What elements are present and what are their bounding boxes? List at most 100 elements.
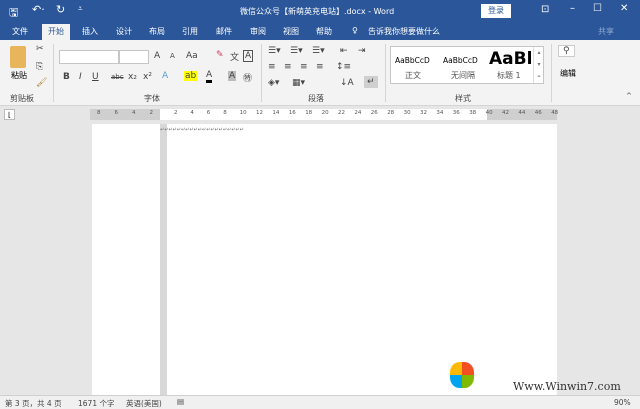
ruler-tick-label: 32 [420, 110, 427, 116]
ruler-tick-label: 22 [338, 110, 345, 116]
grow-font-button[interactable]: A [154, 51, 160, 61]
clear-format-icon[interactable]: ✎ [216, 50, 224, 60]
clipboard-group-label: 剪贴板 [10, 94, 34, 103]
ruler-tick-label: 12 [256, 110, 263, 116]
borders-icon[interactable]: ▦▾ [292, 78, 305, 88]
align-right-icon[interactable]: ≡ [300, 62, 308, 72]
watermark-logo: Www.Winwin7.com [445, 362, 640, 395]
tab-layout[interactable]: 布局 [149, 26, 165, 37]
ruler-tick-label: 4 [190, 110, 194, 116]
style-preview[interactable]: AaBl [489, 49, 532, 69]
shrink-font-button[interactable]: A [170, 52, 175, 60]
share-button[interactable]: 共享 [598, 26, 614, 37]
change-case-button[interactable]: Aa [186, 51, 198, 61]
editing-button[interactable]: 编辑 [560, 68, 576, 79]
show-marks-icon[interactable]: ↵ [364, 76, 378, 88]
decrease-indent-icon[interactable]: ⇤ [340, 46, 348, 56]
ruler-tick-label: 48 [551, 110, 559, 116]
undo-icon[interactable]: ↶· [32, 3, 45, 16]
tab-insert[interactable]: 插入 [82, 26, 98, 37]
tab-design[interactable]: 设计 [116, 26, 132, 37]
ruler-tick-label: 4 [132, 110, 136, 116]
sort-icon[interactable]: ↓A [340, 78, 354, 88]
subscript-button[interactable]: x₂ [128, 72, 137, 82]
style-preview[interactable]: AaBbCcD [395, 56, 430, 65]
paste-button[interactable]: 粘贴 [11, 70, 27, 81]
bold-button[interactable]: B [63, 72, 70, 82]
ruler-tick-label: 28 [387, 110, 395, 116]
copy-icon[interactable]: ⎘ [36, 62, 43, 72]
ruler-tick-label: 26 [370, 110, 378, 116]
ruler-tick-label: 30 [403, 110, 411, 116]
ruler-tick-label: 38 [469, 110, 477, 116]
font-color-icon[interactable]: A [206, 70, 213, 83]
style-name[interactable]: 标题 1 [497, 70, 521, 81]
ruler-tick-label: 18 [305, 110, 313, 116]
login-button[interactable]: 登录 [481, 4, 511, 18]
italic-button[interactable]: I [79, 72, 82, 82]
align-left-icon[interactable]: ≡ [268, 62, 276, 72]
language[interactable]: 英语(美国) [126, 398, 162, 409]
tab-selector-icon[interactable]: ⌊ [4, 109, 15, 120]
zoom-level[interactable]: 90% [614, 398, 631, 407]
customize-qat-icon[interactable]: ⩡ [78, 4, 83, 14]
shading-icon[interactable]: ◈▾ [268, 78, 279, 88]
collapse-ribbon-icon[interactable]: ^ [626, 92, 632, 100]
phonetic-guide-icon[interactable]: 文 [230, 50, 239, 63]
tab-mailings[interactable]: 邮件 [216, 26, 232, 37]
char-border-icon[interactable]: A [243, 50, 254, 62]
ruler-tick-label: 42 [502, 110, 509, 116]
tab-help[interactable]: 帮助 [316, 26, 332, 37]
font-size-select[interactable] [119, 50, 149, 64]
minimize-button[interactable]: – [570, 3, 575, 14]
document-page[interactable]: ↵↵↵↵↵↵↵↵↵↵↵↵↵↵↵↵↵↵↵↵ [92, 124, 557, 395]
tab-home[interactable]: 开始 [42, 24, 70, 40]
tab-view[interactable]: 视图 [283, 26, 299, 37]
styles-group-label: 样式 [455, 94, 471, 103]
watermark-text: Www.Winwin7.com [513, 380, 621, 393]
ruler-tick-label: 36 [452, 110, 460, 116]
ruler-tick-label: 34 [436, 110, 444, 116]
tab-references[interactable]: 引用 [182, 26, 198, 37]
multilevel-list-icon[interactable]: ☰▾ [312, 46, 325, 56]
increase-indent-icon[interactable]: ⇥ [358, 46, 366, 56]
tab-file[interactable]: 文件 [12, 26, 28, 37]
page-count[interactable]: 第 3 页，共 4 页 [5, 398, 62, 409]
enclose-char-icon[interactable]: ㊕ [243, 71, 252, 84]
tell-me-search[interactable]: 告诉我你想要做什么 [368, 26, 440, 37]
format-painter-icon[interactable]: 🖌 [36, 78, 47, 88]
styles-gallery: AaBbCcD 正文 AaBbCcD 无间隔 AaBl 标题 1 ▴ ▾ ⩡ [390, 46, 544, 84]
paste-icon[interactable] [10, 46, 26, 68]
styles-scroll[interactable]: ▴ ▾ ⩡ [533, 47, 544, 83]
line-spacing-icon[interactable]: ↕≡ [336, 62, 351, 72]
justify-icon[interactable]: ≡ [316, 62, 324, 72]
ribbon-tabs: 文件 开始 插入 设计 布局 引用 邮件 审阅 视图 帮助 ♀ 告诉我你想要做什… [0, 22, 640, 40]
text-effects-icon[interactable]: A [162, 71, 168, 81]
style-name[interactable]: 正文 [405, 70, 421, 81]
redo-icon[interactable]: ↻ [56, 3, 65, 16]
maximize-button[interactable]: ☐ [593, 3, 602, 14]
bullets-icon[interactable]: ☰▾ [268, 46, 281, 56]
font-name-select[interactable] [59, 50, 119, 64]
ruler-tick-label: 20 [321, 110, 329, 116]
strikethrough-button[interactable]: abc [111, 73, 124, 81]
find-icon[interactable]: ⚲ [558, 45, 575, 57]
save-icon[interactable]: 🖫 [9, 4, 18, 23]
close-button[interactable]: ✕ [620, 3, 628, 14]
macro-icon[interactable]: ▤ [177, 397, 184, 406]
align-center-icon[interactable]: ≡ [284, 62, 292, 72]
underline-button[interactable]: U [92, 72, 99, 82]
style-name[interactable]: 无间隔 [451, 70, 475, 81]
cut-icon[interactable]: ✂ [36, 44, 44, 54]
word-count[interactable]: 1671 个字 [78, 398, 114, 409]
highlight-icon[interactable]: ab [184, 71, 198, 81]
tab-review[interactable]: 审阅 [250, 26, 266, 37]
char-shading-icon[interactable]: A [228, 71, 237, 81]
ribbon-display-icon[interactable]: ⊡ [541, 4, 549, 15]
status-bar: 第 3 页，共 4 页 1671 个字 英语(美国) ▤ 90% [0, 395, 640, 409]
ruler-tick-label: 6 [206, 110, 211, 116]
numbering-icon[interactable]: ☰▾ [290, 46, 303, 56]
ruler-tick-label: 14 [272, 110, 280, 116]
style-preview[interactable]: AaBbCcD [443, 56, 478, 65]
superscript-button[interactable]: x² [143, 72, 152, 82]
